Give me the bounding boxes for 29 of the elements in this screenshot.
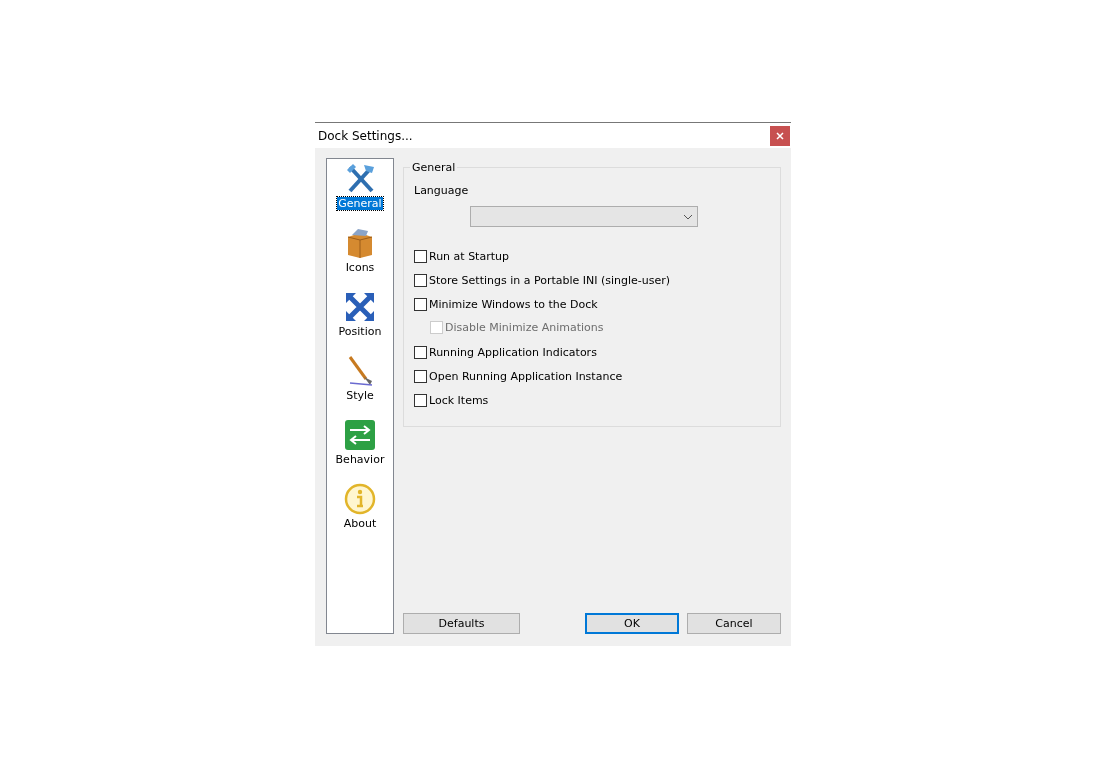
checkbox-label: Disable Minimize Animations (445, 320, 604, 334)
sidebar-item[interactable]: Style (345, 389, 375, 402)
sidebar-item[interactable]: Icons (344, 261, 376, 274)
dialog-button[interactable]: Defaults (403, 613, 520, 634)
checkbox[interactable] (414, 345, 427, 359)
caret-icon (683, 213, 693, 220)
checkbox-label: Run at Startup (429, 249, 509, 263)
checkbox[interactable] (414, 297, 427, 311)
checkbox-label: Running Application Indicators (429, 345, 597, 359)
arrows-icon[interactable] (344, 291, 376, 323)
dialog-button[interactable]: Cancel (687, 613, 781, 634)
checkbox[interactable] (414, 249, 427, 263)
sidebar-item[interactable]: Position (337, 325, 383, 338)
sidebar-item[interactable]: Behavior (334, 453, 386, 466)
group-title: General (410, 161, 458, 174)
checkbox-label: Minimize Windows to the Dock (429, 297, 598, 311)
checkbox-label: Open Running Application Instance (429, 369, 623, 383)
window-title: Dock Settings... (318, 128, 413, 143)
dialog-button[interactable]: OK (585, 613, 679, 634)
sidebar-item[interactable]: General (337, 197, 383, 210)
checkbox-label: Store Settings in a Portable INI (single-user) (429, 273, 671, 287)
checkbox[interactable] (414, 273, 427, 287)
checkbox[interactable] (414, 393, 427, 407)
checkbox[interactable] (414, 369, 427, 383)
sidebar-item[interactable]: About (342, 517, 378, 530)
field-label: Language (414, 184, 470, 197)
checkbox-label: Lock Items (429, 393, 489, 407)
swap-arrows-icon[interactable] (344, 419, 376, 451)
close-icon[interactable] (770, 125, 790, 146)
